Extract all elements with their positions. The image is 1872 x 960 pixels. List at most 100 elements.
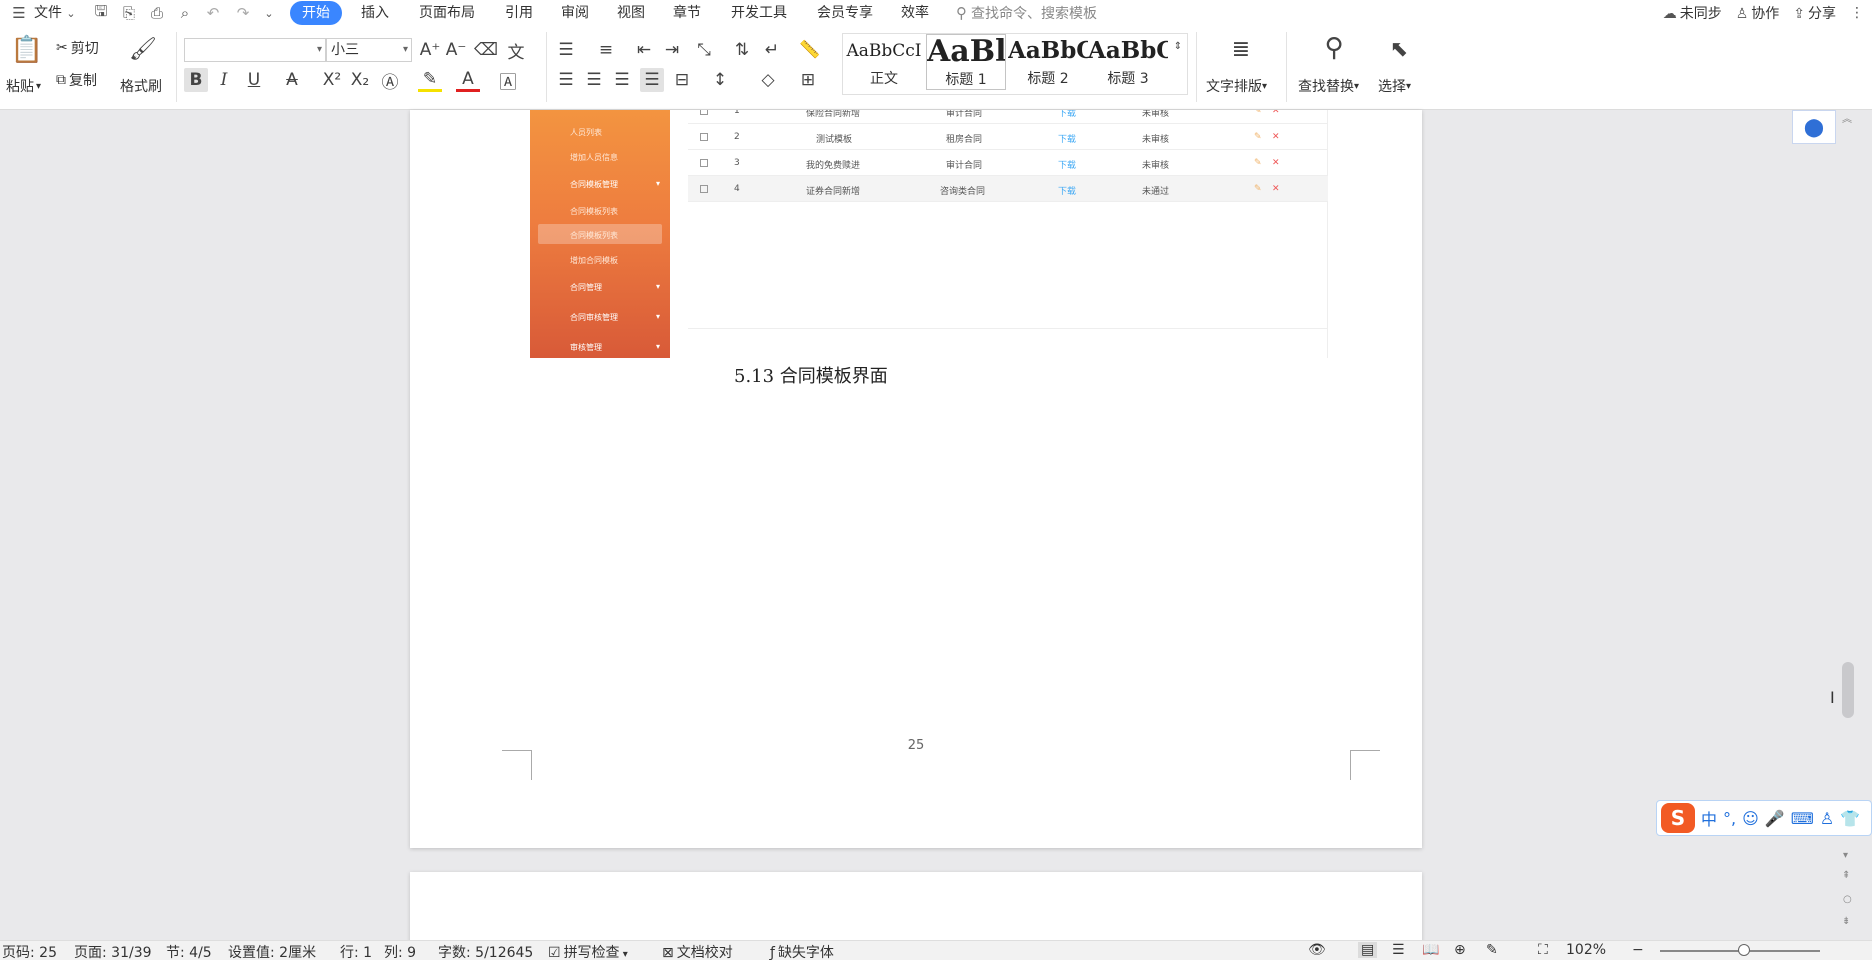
sort-icon[interactable]: ⇅ (730, 38, 754, 62)
copy-button[interactable]: ⧉ 复制 (56, 70, 97, 90)
bold-icon[interactable]: B (184, 68, 208, 92)
tab-references[interactable]: 引用 (494, 1, 544, 25)
ime-punctuation-icon[interactable]: °, (1723, 809, 1736, 828)
decrease-indent-icon[interactable]: ⇤ (632, 38, 656, 62)
italic-icon[interactable]: I (212, 68, 236, 92)
command-search[interactable]: ⚲ 查找命令、搜索模板 (956, 3, 1097, 23)
tab-home[interactable]: 开始 (290, 1, 342, 25)
line-break-icon[interactable]: ↵ (760, 38, 784, 62)
font-size-select[interactable]: 小三 (326, 38, 412, 62)
borders-icon[interactable]: ⊞ (796, 68, 820, 92)
next-page-icon[interactable]: ⇟ (1842, 916, 1850, 927)
align-left-icon[interactable]: ☰ (554, 68, 578, 92)
undo-icon[interactable]: ↶ (202, 2, 224, 24)
spell-check-button[interactable]: ☑ 拼写检查 ▾ (548, 942, 628, 960)
more-options-icon[interactable]: ⋮ (1850, 5, 1864, 21)
page-view-icon[interactable]: ▤ (1358, 942, 1378, 958)
ime-toolbar[interactable]: S 中 °, ☺ 🎤 ⌨ ♙ 👕 (1656, 800, 1872, 836)
status-word-count[interactable]: 字数: 5/12645 (438, 942, 533, 960)
tab-member[interactable]: 会员专享 (806, 1, 884, 25)
redo-icon[interactable]: ↷ (232, 2, 254, 24)
style-heading-2[interactable]: AaBbC 标题 2 (1008, 34, 1088, 90)
print-icon[interactable]: ⎙ (146, 2, 168, 24)
scroll-down-icon[interactable]: ▾ (1843, 850, 1848, 861)
line-spacing-icon[interactable]: ↕ (708, 68, 732, 92)
ime-emoji-icon[interactable]: ☺ (1742, 809, 1759, 828)
more-quick-access-icon[interactable]: ⌄ (258, 2, 280, 24)
ime-mic-icon[interactable]: 🎤 (1765, 809, 1785, 828)
select-button[interactable]: 选择 ▾ (1378, 76, 1411, 96)
text-effect-icon[interactable]: Ⓐ (378, 68, 402, 93)
paste-button[interactable]: 粘贴 ▾ (6, 76, 41, 96)
file-menu[interactable]: 文件 (30, 1, 64, 25)
scrollbar-thumb[interactable] (1842, 662, 1854, 718)
increase-indent-icon[interactable]: ⇥ (660, 38, 684, 62)
ime-chinese-mode-icon[interactable]: 中 (1701, 806, 1717, 830)
increase-font-icon[interactable]: A⁺ (418, 38, 442, 62)
sync-button[interactable]: ☁ 未同步 (1663, 3, 1722, 23)
format-painter-button[interactable]: 格式刷 (120, 76, 162, 96)
chevron-down-icon[interactable]: ⌄ (64, 2, 78, 24)
select-browse-icon[interactable]: ○ (1843, 894, 1852, 905)
text-layout-icon[interactable]: ≣ (1226, 34, 1256, 64)
distribute-icon[interactable]: ⊟ (670, 68, 694, 92)
text-direction-icon[interactable]: ⤡ (692, 38, 716, 62)
align-center-icon[interactable]: ☰ (582, 68, 606, 92)
text-layout-button[interactable]: 文字排版 ▾ (1206, 76, 1267, 96)
document-page[interactable]: 人员列表 增加人员信息 合同模板管理 ▾ 合同模板列表 合同模板列表 增加合同模板… (410, 110, 1422, 848)
print-preview-icon[interactable]: ⌕ (174, 2, 196, 24)
bullet-list-icon[interactable]: ☰ (554, 38, 578, 62)
styles-scroll-icon[interactable]: ⇕ (1170, 34, 1186, 58)
eye-protection-icon[interactable]: 👁 (1308, 942, 1326, 958)
web-view-icon[interactable]: ⊕ (1454, 942, 1466, 958)
status-page[interactable]: 页面: 31/39 (74, 942, 152, 960)
tab-review[interactable]: 审阅 (550, 1, 600, 25)
format-painter-icon[interactable]: 🖌 (129, 34, 157, 64)
justify-icon[interactable]: ☰ (640, 68, 664, 92)
superscript-icon[interactable]: X² (320, 68, 344, 92)
select-cursor-icon[interactable]: ⬉ (1384, 34, 1414, 64)
numbered-list-icon[interactable]: ≡ (594, 38, 618, 62)
decrease-font-icon[interactable]: A⁻ (444, 38, 468, 62)
ime-skin-icon[interactable]: 👕 (1840, 809, 1860, 828)
ime-user-icon[interactable]: ♙ (1820, 809, 1834, 828)
char-border-icon[interactable]: 🄰 (496, 68, 520, 93)
navigation-pane-button[interactable]: ⬤ (1792, 110, 1836, 144)
align-right-icon[interactable]: ☰ (610, 68, 634, 92)
prev-page-icon[interactable]: ⇞ (1842, 870, 1850, 881)
share-button[interactable]: ⇪ 分享 (1793, 3, 1836, 23)
write-mode-icon[interactable]: ✎ (1486, 942, 1498, 958)
highlight-icon[interactable]: ✎ (418, 68, 442, 92)
zoom-out-icon[interactable]: − (1632, 942, 1644, 958)
font-color-icon[interactable]: A (456, 68, 480, 92)
fit-page-icon[interactable]: ⛶ (1538, 942, 1548, 958)
style-heading-3[interactable]: AaBbC 标题 3 (1088, 34, 1168, 90)
tab-page-layout[interactable]: 页面布局 (408, 1, 486, 25)
shading-icon[interactable]: ◇ (756, 68, 780, 92)
tab-view[interactable]: 视图 (606, 1, 656, 25)
export-pdf-icon[interactable]: ⎘ (118, 2, 140, 24)
find-replace-icon[interactable]: ⚲ (1318, 32, 1350, 64)
tab-efficiency[interactable]: 效率 (890, 1, 940, 25)
paste-icon[interactable]: 📋 (11, 34, 43, 66)
zoom-level[interactable]: 102% (1566, 942, 1606, 958)
style-normal[interactable]: AaBbCcI 正文 (844, 34, 924, 90)
strikethrough-icon[interactable]: A (280, 68, 304, 92)
find-replace-button[interactable]: 查找替换 ▾ (1298, 76, 1359, 96)
font-name-select[interactable] (184, 38, 326, 62)
tab-developer[interactable]: 开发工具 (720, 1, 798, 25)
underline-icon[interactable]: U (242, 68, 266, 92)
collapse-panel-icon[interactable]: ︽ (1842, 110, 1852, 125)
reading-view-icon[interactable]: 📖 (1422, 942, 1439, 958)
save-icon[interactable]: 🖫 (90, 2, 112, 24)
hamburger-menu-icon[interactable]: ☰ (8, 2, 30, 24)
ime-keyboard-icon[interactable]: ⌨ (1791, 809, 1814, 828)
subscript-icon[interactable]: X₂ (348, 68, 372, 92)
clear-format-icon[interactable]: ⌫ (474, 38, 498, 62)
style-heading-1[interactable]: AaBl 标题 1 (926, 34, 1006, 90)
outline-view-icon[interactable]: ☰ (1392, 942, 1405, 958)
missing-font-button[interactable]: ƒ 缺失字体 (770, 942, 834, 960)
cut-button[interactable]: ✂ 剪切 (56, 38, 99, 58)
tab-insert[interactable]: 插入 (350, 1, 400, 25)
phonetic-guide-icon[interactable]: 文 (504, 38, 528, 63)
